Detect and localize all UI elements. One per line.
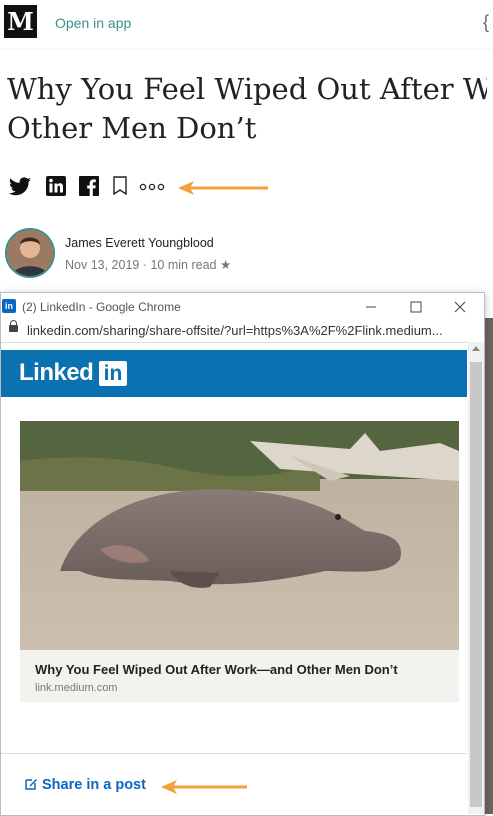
medium-logo[interactable]: M (4, 5, 37, 38)
window-title: (2) LinkedIn - Google Chrome (22, 300, 181, 314)
title-line-1: Why You Feel Wiped Out After Work – (7, 72, 487, 106)
linkedin-banner: Linked in (1, 350, 467, 397)
article-title: Why You Feel Wiped Out After Work – Othe… (7, 70, 487, 148)
medium-header: M Open in app { (0, 0, 493, 48)
linkedin-wordmark: Linked (19, 359, 94, 386)
article-meta: Nov 13, 2019 · 10 min read ★ (65, 258, 232, 272)
share-in-post-button[interactable]: Share in a post (25, 777, 146, 793)
preview-image (20, 421, 459, 650)
preview-domain: link.medium.com (35, 682, 118, 694)
background-strip (484, 318, 493, 814)
more-icon[interactable] (139, 183, 165, 191)
twitter-icon[interactable] (8, 176, 32, 198)
scroll-thumb[interactable] (470, 362, 482, 807)
linkedin-in-logo: in (99, 361, 127, 386)
avatar[interactable] (5, 228, 55, 278)
linkedin-favicon: in (2, 299, 16, 313)
open-in-app-link[interactable]: Open in app (55, 15, 131, 31)
scroll-up-icon[interactable] (472, 346, 480, 351)
edit-icon (25, 779, 37, 790)
minimize-icon[interactable] (365, 301, 377, 313)
link-preview-card[interactable]: Why You Feel Wiped Out After Work—and Ot… (20, 421, 459, 702)
linkedin-popup-window: in (2) LinkedIn - Google Chrome linkedin… (0, 292, 485, 816)
lock-icon (9, 320, 18, 332)
divider (1, 753, 467, 754)
address-bar[interactable]: linkedin.com/sharing/share-offsite/?url=… (1, 320, 484, 343)
window-titlebar: in (2) LinkedIn - Google Chrome (1, 293, 484, 320)
facebook-icon[interactable] (79, 176, 99, 196)
share-in-post-label: Share in a post (42, 777, 146, 793)
url-text[interactable]: linkedin.com/sharing/share-offsite/?url=… (27, 323, 443, 338)
annotation-arrow-top (178, 181, 268, 195)
close-icon[interactable] (454, 301, 466, 313)
title-line-2: Other Men Don’t (7, 111, 257, 145)
author-name[interactable]: James Everett Youngblood (65, 236, 214, 250)
annotation-arrow-bottom (161, 780, 247, 794)
maximize-icon[interactable] (410, 301, 422, 313)
bookmark-icon[interactable] (112, 176, 128, 196)
header-right-icon[interactable]: { (483, 12, 489, 33)
scrollbar[interactable] (468, 342, 484, 814)
linkedin-icon[interactable] (46, 176, 66, 196)
preview-title[interactable]: Why You Feel Wiped Out After Work—and Ot… (35, 662, 398, 677)
